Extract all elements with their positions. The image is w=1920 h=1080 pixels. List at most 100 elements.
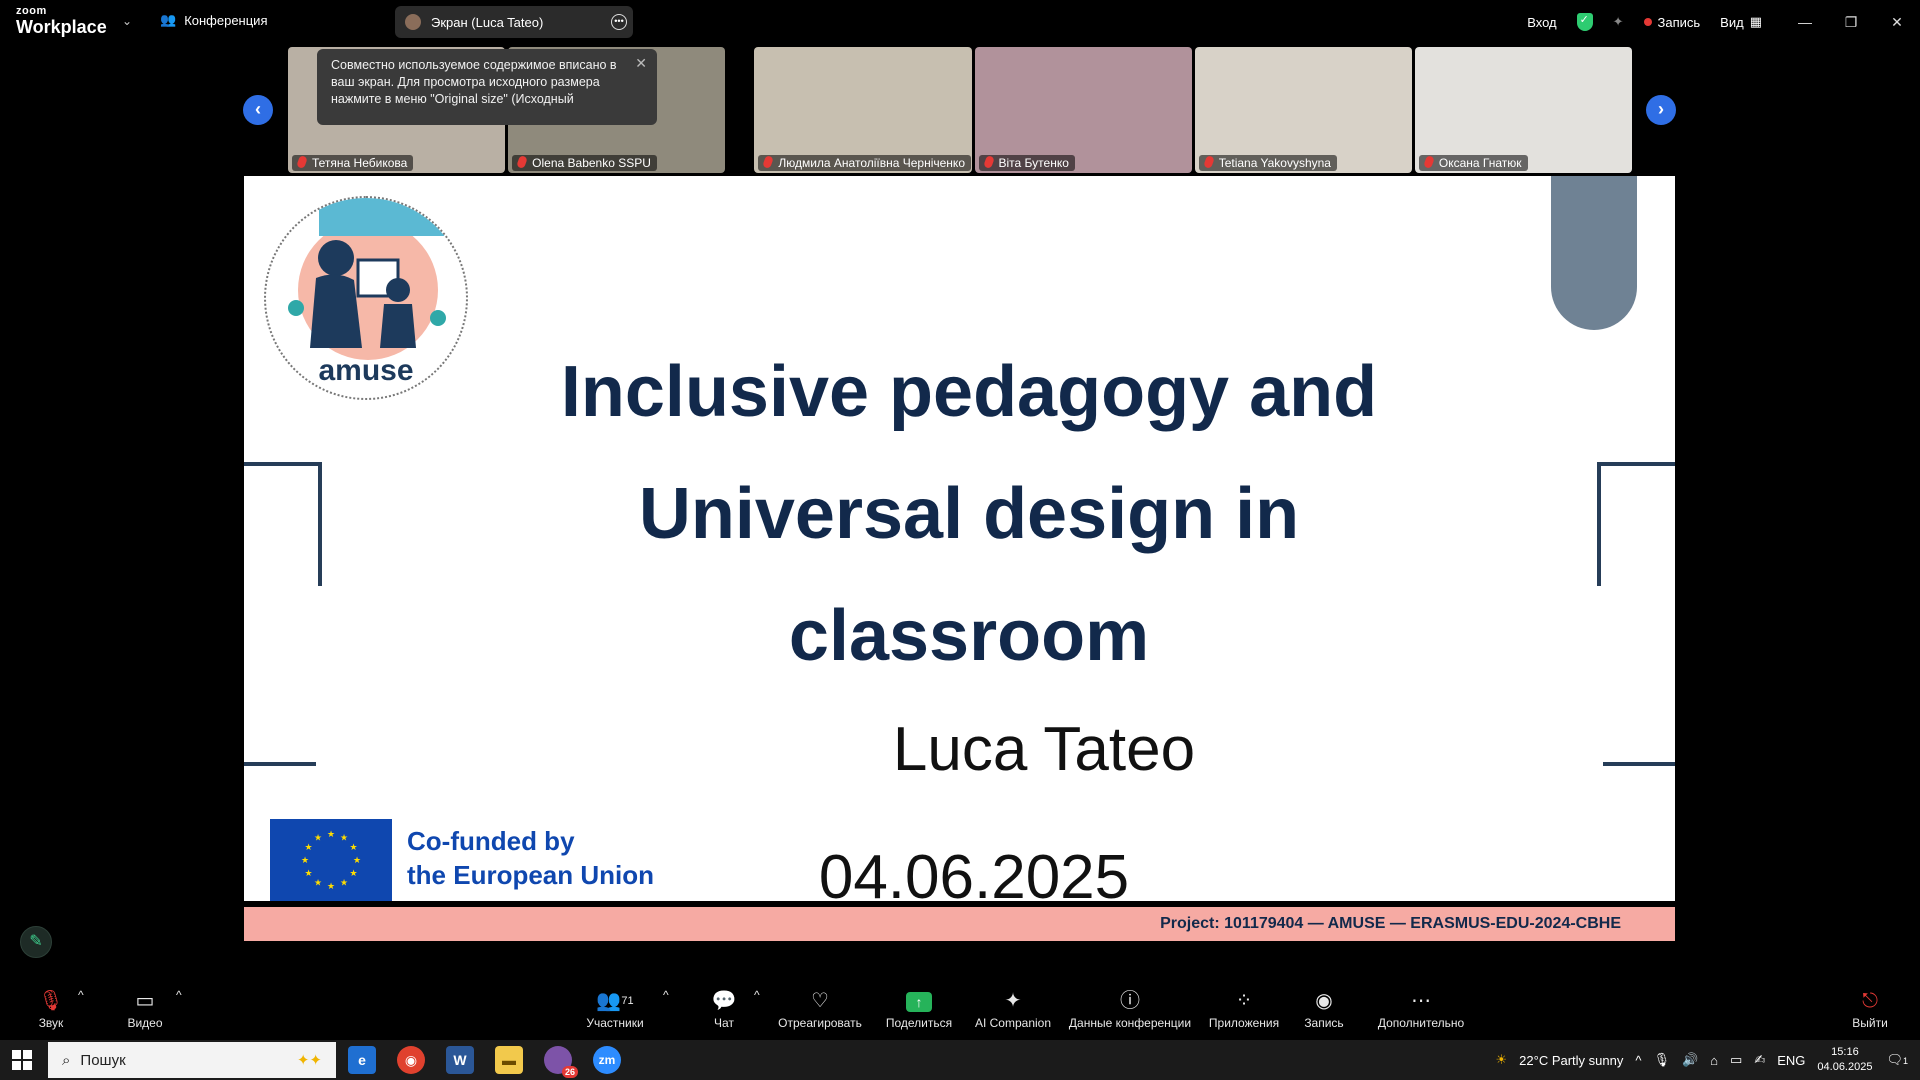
participant-tile[interactable]: Віта Бутенко <box>974 47 1192 173</box>
tray-expand-icon[interactable]: ^ <box>1635 1053 1641 1068</box>
participant-name: Тетяна Небикова <box>292 155 414 171</box>
project-bar: Project: 101179404 — AMUSE — ERASMUS-EDU… <box>244 907 1675 941</box>
recording-label: Запись <box>1657 14 1701 30</box>
display-icon[interactable]: ▭ <box>1730 1052 1742 1068</box>
notification-count: 1 <box>1902 1056 1908 1066</box>
minimize-icon[interactable]: — <box>1782 14 1828 30</box>
title-line-2: Universal design in <box>638 474 1300 554</box>
eu-star-icon: ★ <box>327 881 335 891</box>
title-line-3: classroom <box>788 596 1150 676</box>
login-button[interactable]: Вход <box>1527 15 1556 30</box>
screen-share-label: Экран (Luca Tateo) <box>431 14 544 30</box>
video-camera-icon: ▭ <box>135 990 155 1012</box>
share-button[interactable]: ↑ Поделиться <box>884 988 954 1030</box>
video-options-caret[interactable]: ^ <box>176 988 182 1002</box>
slide-title: Inclusive pedagogy and Universal design … <box>494 331 1444 697</box>
windows-start-icon[interactable] <box>12 1050 32 1070</box>
tooltip-close-icon[interactable]: ✕ <box>635 55 647 72</box>
chat-options-caret[interactable]: ^ <box>754 988 760 1002</box>
decorative-bracket-left <box>244 462 322 586</box>
chevron-down-icon[interactable]: ⌄ <box>122 14 132 28</box>
view-button[interactable]: Вид ▦ <box>1720 14 1762 30</box>
chat-button[interactable]: 💬 Чат <box>706 988 742 1030</box>
volume-icon[interactable]: 🔊 <box>1682 1052 1698 1068</box>
info-label: Данные конференции <box>1068 1016 1192 1030</box>
network-icon[interactable]: ⌂ <box>1710 1053 1718 1068</box>
view-label: Вид <box>1720 14 1744 30</box>
tooltip-text: Совместно используемое содержимое вписан… <box>331 58 617 106</box>
record-button[interactable]: ◉ Запись <box>1302 988 1346 1030</box>
grid-icon: ▦ <box>1749 14 1762 29</box>
leave-button[interactable]: ⎋ Выйти <box>1850 988 1890 1030</box>
recording-indicator[interactable]: Запись <box>1643 14 1701 30</box>
apps-button[interactable]: ⁘ Приложения <box>1206 988 1282 1030</box>
system-tray: ☀ 22°C Partly sunny ^ 🎙 🔊 ⌂ ▭ ✍ ENG 15:1… <box>1496 1040 1920 1080</box>
more-options-icon[interactable]: ••• <box>611 14 627 30</box>
search-highlight-icon: ✦✦ <box>296 1052 322 1069</box>
language-indicator[interactable]: ENG <box>1777 1053 1805 1068</box>
next-page-button[interactable]: › <box>1646 95 1676 125</box>
eu-star-icon: ★ <box>349 842 357 852</box>
more-icon: ⋯ <box>1411 990 1431 1012</box>
screen-share-pill[interactable]: Экран (Luca Tateo) ••• <box>395 6 633 38</box>
notifications-icon[interactable]: 🗨1 <box>1886 1052 1908 1068</box>
chrome-browser-icon[interactable]: ◉ <box>397 1046 425 1074</box>
decorative-bracket-right <box>1597 462 1675 586</box>
weather-text[interactable]: 22°C Partly sunny <box>1519 1053 1623 1068</box>
eu-flag-icon: ★ ★ ★ ★ ★ ★ ★ ★ ★ ★ ★ ★ <box>270 819 392 901</box>
eu-line-1: Co-funded by <box>407 826 575 856</box>
security-shield-icon[interactable] <box>1576 13 1593 31</box>
word-app-icon[interactable]: W <box>446 1046 474 1074</box>
prev-page-button[interactable]: ‹ <box>243 95 273 125</box>
share-screen-icon: ↑ <box>906 992 932 1012</box>
logo-tab-decoration <box>319 198 459 236</box>
weather-icon[interactable]: ☀ <box>1496 1052 1508 1068</box>
viber-badge: 26 <box>561 1066 578 1078</box>
audio-options-caret[interactable]: ^ <box>78 988 84 1002</box>
react-button[interactable]: ♡ Отреагировать <box>778 988 862 1030</box>
windows-taskbar: ⌕ Пошук ✦✦ e ◉ W ▬ 26 zm ☀ 22°C Partly s… <box>0 1040 1920 1080</box>
more-button[interactable]: ⋯ Дополнительно <box>1376 988 1466 1030</box>
close-icon[interactable]: ✕ <box>1874 14 1920 31</box>
edge-browser-icon[interactable]: e <box>348 1046 376 1074</box>
taskbar-search-input[interactable]: ⌕ Пошук ✦✦ <box>48 1042 336 1078</box>
participant-name: Людмила Анатоліївна Черніченко <box>758 155 971 171</box>
eu-star-icon: ★ <box>301 855 309 865</box>
file-explorer-icon[interactable]: ▬ <box>495 1046 523 1074</box>
participant-tile[interactable]: Tetiana Yakovyshyna <box>1194 47 1412 173</box>
search-placeholder: Пошук <box>80 1051 126 1069</box>
meeting-info-toolbar-button[interactable]: ⓘ Данные конференции <box>1066 988 1194 1030</box>
react-label: Отреагировать <box>778 1016 862 1030</box>
pen-icon[interactable]: ✍ <box>1754 1052 1765 1068</box>
eu-star-icon: ★ <box>340 878 348 888</box>
participant-name: Olena Babenko SSPU <box>512 155 657 171</box>
shared-slide: amuse Inclusive pedagogy and Universal d… <box>244 176 1675 941</box>
share-label: Поделиться <box>885 1016 953 1030</box>
meeting-info-button[interactable]: 👥 Конференция <box>160 12 267 28</box>
audio-button[interactable]: 🎙 Звук <box>30 988 72 1030</box>
participant-tile[interactable]: Людмила Анатоліївна Черніченко <box>754 47 972 173</box>
login-label: Вход <box>1527 14 1557 30</box>
participants-label: Участники <box>586 1016 644 1030</box>
participants-options-caret[interactable]: ^ <box>663 988 669 1002</box>
microphone-icon[interactable]: 🎙 <box>1653 1052 1670 1068</box>
annotate-pencil-icon[interactable]: ✎ <box>20 926 52 958</box>
avatar <box>405 14 421 30</box>
top-bar: zoom Workplace ⌄ 👥 Конференция Экран (Lu… <box>0 0 1920 44</box>
clock[interactable]: 15:16 04.06.2025 <box>1817 1045 1872 1075</box>
video-button[interactable]: ▭ Видео <box>122 988 168 1030</box>
viber-app-icon[interactable]: 26 <box>544 1046 578 1078</box>
restore-icon[interactable]: ❐ <box>1828 14 1874 31</box>
participant-tile[interactable]: Оксана Гнатюк <box>1414 47 1633 173</box>
ai-label: AI Companion <box>974 1016 1052 1030</box>
ai-companion-button[interactable]: ✦ AI Companion <box>974 988 1052 1030</box>
chat-label: Чат <box>714 1016 734 1030</box>
zoom-app-icon[interactable]: zm <box>593 1046 621 1074</box>
eu-star-icon: ★ <box>353 855 361 865</box>
record-label: Запись <box>1304 1016 1344 1030</box>
sparkle-icon[interactable]: ✦ <box>1613 14 1624 30</box>
slide-author: Luca Tateo <box>892 715 1196 784</box>
title-line-1: Inclusive pedagogy and <box>560 352 1378 432</box>
participants-button[interactable]: 👥71 Участники <box>578 988 652 1030</box>
decorative-line-right <box>1603 762 1675 766</box>
